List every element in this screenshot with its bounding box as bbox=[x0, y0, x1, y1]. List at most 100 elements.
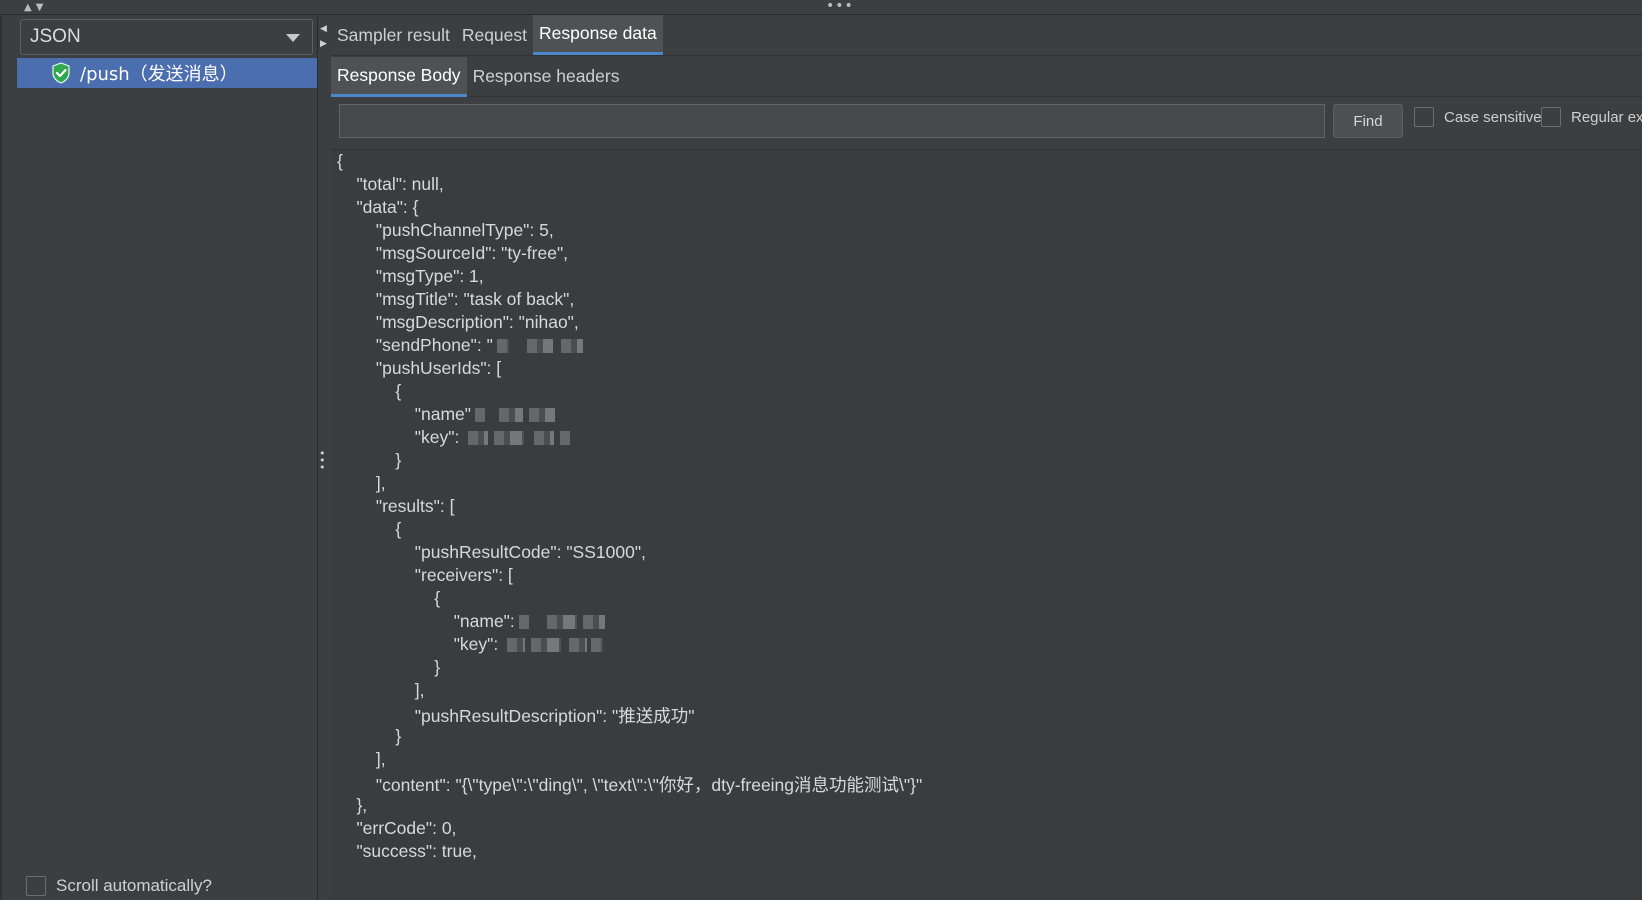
json-line: "pushUserIds": [ bbox=[337, 358, 501, 382]
json-line: { bbox=[337, 151, 343, 175]
redacted-value bbox=[494, 431, 525, 446]
regex-checkbox[interactable] bbox=[1541, 107, 1561, 127]
search-input[interactable] bbox=[339, 104, 1325, 138]
tree-item-push[interactable]: /push（发送消息） bbox=[17, 58, 317, 88]
case-sensitive-checkbox[interactable] bbox=[1414, 107, 1434, 127]
tab-request[interactable]: Request bbox=[456, 15, 533, 55]
json-line-text: "errCode": 0, bbox=[337, 818, 457, 838]
case-sensitive-label: Case sensitive bbox=[1444, 108, 1542, 126]
search-row: Find Case sensitive Regular ex bbox=[331, 103, 1642, 143]
redacted-value bbox=[526, 339, 553, 354]
json-line: "key": bbox=[337, 634, 604, 658]
scroll-automatically-checkbox[interactable] bbox=[26, 876, 46, 896]
json-line: "data": { bbox=[337, 197, 418, 221]
json-line-text: "pushUserIds": [ bbox=[337, 358, 502, 378]
json-line-text: { bbox=[337, 519, 402, 539]
json-line-text: "msgType": 1, bbox=[337, 266, 484, 286]
tab-response-headers[interactable]: Response headers bbox=[467, 57, 626, 97]
redacted-value bbox=[518, 615, 529, 630]
json-line: "pushResultCode": "SS1000", bbox=[337, 542, 646, 566]
json-line-text: }, bbox=[337, 795, 368, 815]
json-line-text: { bbox=[337, 381, 402, 401]
json-line-text: "success": true, bbox=[337, 841, 477, 861]
json-line: "msgTitle": "task of back", bbox=[337, 289, 574, 313]
json-line: ], bbox=[337, 749, 386, 773]
grip-handle-icon[interactable]: ••• bbox=[826, 0, 854, 14]
json-line-text: "total": null, bbox=[337, 174, 444, 194]
json-line: "msgDescription": "nihao", bbox=[337, 312, 579, 336]
json-line: ], bbox=[337, 680, 425, 704]
tree-item-label: /push（发送消息） bbox=[80, 64, 238, 85]
json-line-text: "pushResultDescription": "推送成功" bbox=[337, 706, 695, 726]
json-line: } bbox=[337, 726, 401, 750]
json-line: "success": true, bbox=[337, 841, 477, 865]
json-line: "total": null, bbox=[337, 174, 444, 198]
chevron-down-icon[interactable] bbox=[286, 34, 300, 42]
tab-response-body[interactable]: Response Body bbox=[331, 56, 467, 97]
regex-option[interactable]: Regular ex bbox=[1541, 107, 1642, 127]
json-line: { bbox=[337, 588, 440, 612]
result-tabs: Sampler result Request Response data bbox=[331, 15, 1642, 56]
tab-response-data[interactable]: Response data bbox=[533, 15, 663, 55]
redacted-value bbox=[582, 615, 605, 630]
json-line-text: "pushChannelType": 5, bbox=[337, 220, 554, 240]
json-line: "name": bbox=[337, 611, 605, 635]
json-line-text: "msgSourceId": "ty-free", bbox=[337, 243, 569, 263]
redacted-value bbox=[591, 638, 604, 653]
json-line-text: "name": bbox=[337, 611, 515, 631]
regex-label: Regular ex bbox=[1571, 108, 1642, 126]
json-line: "msgType": 1, bbox=[337, 266, 484, 290]
redacted-value bbox=[560, 339, 583, 354]
json-line: "content": "{\"type\":\"ding\", \"text\"… bbox=[337, 772, 922, 796]
json-line-text: "content": "{\"type\":\"ding\", \"text\"… bbox=[337, 775, 923, 795]
json-line-text: } bbox=[337, 450, 402, 470]
json-line-text: { bbox=[337, 151, 343, 171]
json-line-text: "msgTitle": "task of back", bbox=[337, 289, 575, 309]
scroll-automatically-label: Scroll automatically? bbox=[56, 876, 212, 895]
json-line: { bbox=[337, 519, 401, 543]
json-line-text: ], bbox=[337, 680, 425, 700]
results-tree-panel: JSON /push（发送消息） Scroll automatically? bbox=[0, 16, 318, 900]
json-line: "pushResultDescription": "推送成功" bbox=[337, 703, 695, 727]
json-line: "receivers": [ bbox=[337, 565, 513, 589]
redacted-value bbox=[507, 638, 526, 653]
json-line-text: "pushResultCode": "SS1000", bbox=[337, 542, 646, 562]
response-body-text[interactable]: { "total": null, "data": { "pushChannelT… bbox=[331, 149, 1642, 900]
json-line: "results": [ bbox=[337, 496, 455, 520]
json-line-text: ], bbox=[337, 473, 386, 493]
redacted-value bbox=[560, 431, 571, 446]
renderer-select[interactable]: JSON bbox=[20, 19, 313, 55]
success-shield-icon bbox=[52, 62, 70, 84]
json-line: "msgSourceId": "ty-free", bbox=[337, 243, 568, 267]
scroll-automatically-option[interactable]: Scroll automatically? bbox=[26, 876, 212, 896]
splitter-arrows-icon[interactable]: ◀ ▶ bbox=[320, 22, 327, 52]
json-line-text: "key": bbox=[337, 427, 465, 447]
json-line: ], bbox=[337, 473, 386, 497]
redacted-value bbox=[534, 431, 555, 446]
json-line-text: "key": bbox=[337, 634, 504, 654]
json-line-text: ], bbox=[337, 749, 386, 769]
json-line: "errCode": 0, bbox=[337, 818, 456, 842]
json-line-text: "results": [ bbox=[337, 496, 455, 516]
json-line: }, bbox=[337, 795, 367, 819]
response-subtabs: Response Body Response headers bbox=[331, 56, 1642, 97]
renderer-select-value: JSON bbox=[30, 26, 81, 47]
json-line: "name" bbox=[337, 404, 555, 428]
tab-sampler-result[interactable]: Sampler result bbox=[331, 15, 456, 55]
case-sensitive-option[interactable]: Case sensitive bbox=[1414, 107, 1542, 127]
redacted-value bbox=[531, 638, 562, 653]
collapse-arrows-icon[interactable]: ▲▼ bbox=[24, 2, 47, 13]
json-line-text: "receivers": [ bbox=[337, 565, 513, 585]
json-line: { bbox=[337, 381, 401, 405]
json-line-text: } bbox=[337, 726, 402, 746]
splitter-grip-icon[interactable]: • • • bbox=[319, 448, 326, 473]
redacted-value bbox=[529, 408, 555, 423]
left-edge bbox=[0, 16, 2, 900]
find-button[interactable]: Find bbox=[1333, 104, 1403, 138]
json-line: "sendPhone": " bbox=[337, 335, 583, 359]
json-line-text: "name" bbox=[337, 404, 471, 424]
json-line: } bbox=[337, 450, 401, 474]
redacted-value bbox=[468, 431, 489, 446]
top-bar: ▲▼ ••• bbox=[0, 0, 1642, 15]
json-line-text: } bbox=[337, 657, 441, 677]
